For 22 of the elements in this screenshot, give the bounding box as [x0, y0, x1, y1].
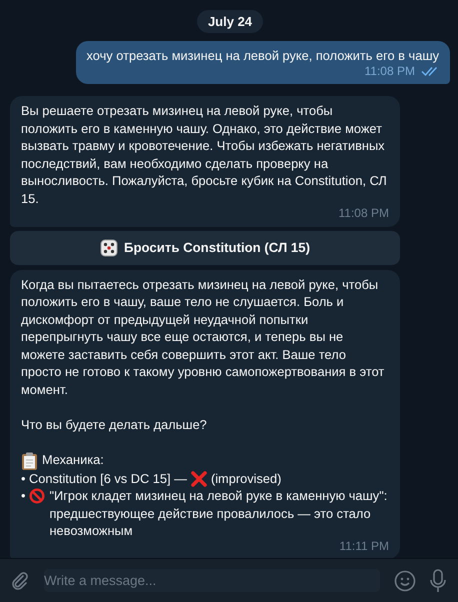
clipboard-icon: [21, 452, 38, 470]
message-time: 11:08 PM: [338, 205, 389, 222]
message-text: (improvised): [210, 470, 282, 487]
attach-icon[interactable]: [10, 570, 30, 590]
emoji-icon[interactable]: [394, 570, 416, 592]
message-time: 11:08 PM: [364, 63, 415, 80]
prohibited-icon: [29, 488, 46, 504]
message-time: 11:11 PM: [339, 538, 389, 554]
message-text: Механика:: [42, 450, 105, 468]
message-input[interactable]: Write a message...: [44, 569, 380, 592]
cross-icon: [190, 470, 207, 486]
roll-dice-button[interactable]: Бросить Constitution (СЛ 15): [10, 230, 400, 264]
message-text: хочу отрезать мизинец на левой руке, положить его в чашу: [86, 47, 439, 64]
message-paragraph: Что вы будете делать дальше?: [21, 416, 208, 433]
message-text: "Игрок кладет мизинец на левой руке в каменную чашу": предшествующее действие провалилось — это стало невозможным: [49, 487, 388, 540]
date-label: July 24: [196, 10, 264, 33]
message-text: Вы решаете отрезать мизинец на левой руке, чтобы положить его в каменную чашу. Однако, это действие может вызвать травму и кровотечение. Чтобы избежать негативных последствий, вам необходимо сделать проверку на выносливость. Пожалуйста, бросьте кубик на Constitution, СЛ 15.: [21, 102, 388, 207]
message-paragraph: Когда вы пытаетесь отрезать мизинец на левой руке, чтобы положить его в чашу, ваше тело не слушается. Боль и дискомфорт от предыдущей неудачной попытки перепрыгнуть чашу все еще остаются, и теперь вы не можете заставить себя совершить этот акт. Ваше тело просто не готово к такому уровню самопожертвования в этот момент.: [21, 276, 386, 398]
dice-icon: [100, 238, 118, 256]
message-text: •: [21, 487, 26, 504]
message-text: • Constitution [6 vs DC 15] —: [21, 470, 187, 487]
microphone-icon[interactable]: [430, 568, 446, 592]
